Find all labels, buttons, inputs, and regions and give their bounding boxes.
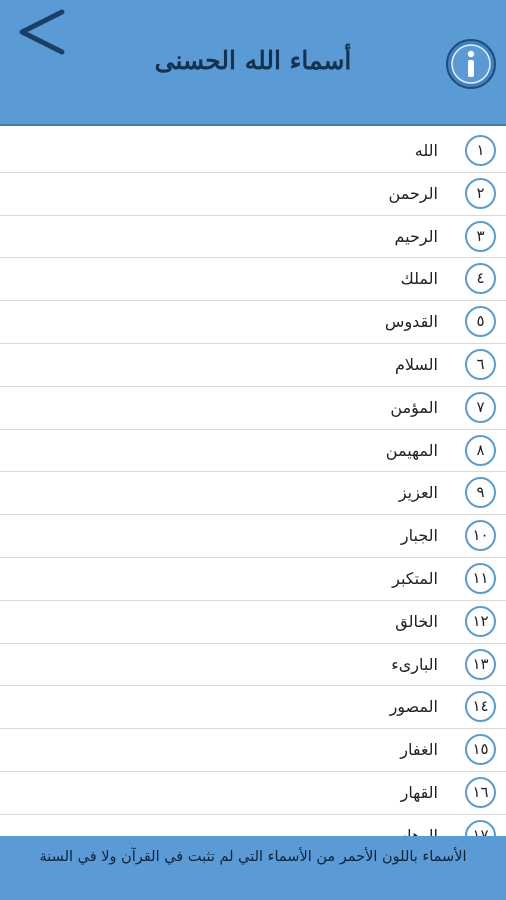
list-item[interactable]: ١٥ الغفار [0,729,506,772]
page-title: أسماء الله الحسنى [154,46,352,75]
name-number-badge: ٨ [465,434,496,466]
name-number-badge: ١١ [465,562,496,594]
footer-note: الأسماء باللون الأحمر من الأسماء التي لم… [0,836,506,900]
name-number-badge: ٧ [465,391,496,423]
list-item[interactable]: ٥ القدوس [0,301,506,344]
info-button[interactable] [445,38,497,90]
list-item[interactable]: ١٠ الجبار [0,515,506,558]
name-label: البارىء [391,654,438,674]
info-icon [446,39,496,89]
names-list[interactable]: ١ الله ٢ الرحمن ٣ الرحيم ٤ الملك ٥ القدوس ٦ السلام ٧… [0,130,506,836]
name-label: الوهاب [392,825,438,836]
name-number-badge: ١٥ [465,734,496,766]
name-label: الخالق [395,611,438,631]
name-label: المتكبر [392,568,438,588]
name-label: السلام [394,354,438,374]
name-label: العزيز [398,483,438,503]
name-label: القهار [400,782,438,802]
name-label: المصور [389,697,438,717]
name-label: الملك [400,269,438,289]
list-item[interactable]: ٢ الرحمن [0,173,506,216]
name-number-badge: ١٢ [465,605,496,637]
name-number-badge: ٥ [465,306,496,338]
name-label: الرحيم [394,226,438,246]
list-item[interactable]: ١١ المتكبر [0,558,506,601]
name-number-badge: ٤ [465,263,496,295]
name-number-badge: ٢ [465,177,496,209]
name-number-badge: ١٣ [465,648,496,680]
name-number-badge: ١٠ [465,520,496,552]
list-item[interactable]: ١ الله [0,130,506,173]
list-item[interactable]: ١٧ الوهاب [0,815,506,836]
name-label: الرحمن [388,183,438,203]
list-item[interactable]: ٩ العزيز [0,472,506,516]
list-item[interactable]: ٣ الرحيم [0,216,506,259]
name-number-badge: ٩ [465,477,496,509]
name-label: المهيمن [385,440,438,460]
list-item[interactable]: ١٣ البارىء [0,644,506,687]
name-number-badge: ١٧ [465,819,496,836]
list-item[interactable]: ١٢ الخالق [0,601,506,644]
name-label: المؤمن [390,397,438,417]
list-item[interactable]: ٦ السلام [0,344,506,387]
name-number-badge: ٣ [465,220,496,252]
name-number-badge: ٦ [465,348,496,380]
footer-note-text: الأسماء باللون الأحمر من الأسماء التي لم… [39,849,467,865]
list-item[interactable]: ٧ المؤمن [0,387,506,430]
list-item[interactable]: ١٤ المصور [0,686,506,730]
list-item[interactable]: ١٦ القهار [0,772,506,815]
name-label: القدوس [384,312,438,332]
name-label: الجبار [400,526,438,546]
list-item[interactable]: ٤ الملك [0,258,506,302]
app-header: أسماء الله الحسنى [0,0,506,126]
list-item[interactable]: ٨ المهيمن [0,430,506,473]
name-number-badge: ١٦ [465,776,496,808]
name-label: الغفار [400,740,438,760]
name-label: الله [414,141,438,160]
name-number-badge: ١ [465,135,496,166]
name-number-badge: ١٤ [465,691,496,723]
